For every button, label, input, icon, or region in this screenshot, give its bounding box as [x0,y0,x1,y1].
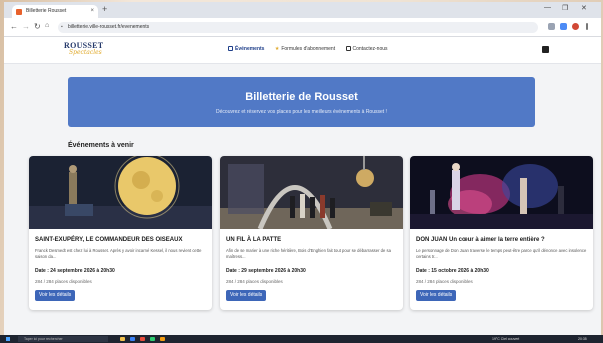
favicon-icon [16,9,22,15]
event-image [29,156,212,229]
event-image [410,156,593,229]
mail-icon [345,46,351,51]
star-icon: ★ [274,46,280,52]
event-description: Franck Desmedt est chez lui à Rousset. A… [35,248,202,259]
browser-tab[interactable]: Billetterie Rousset × [12,5,98,18]
event-availability: 284 / 284 places disponibles [416,279,473,284]
lock-icon: ▪ [61,24,63,30]
calendar-icon [228,46,233,51]
event-availability: 284 / 284 places disponibles [35,279,92,284]
tab-bar: Billetterie Rousset × + — ❐ ✕ [4,2,601,18]
close-window-icon[interactable]: ✕ [581,4,587,12]
event-card: UN FIL À LA PATTE Afin de se marier à un… [220,156,403,310]
search-placeholder: Taper ici pour rechercher [24,337,63,341]
details-button[interactable]: Voir les détails [35,290,76,301]
forward-icon[interactable]: → [22,22,30,31]
hero-title: Billetterie de Rousset [245,91,358,103]
event-card: DON JUAN Un cœur à aimer la terre entièr… [410,156,593,310]
address-bar: ← → ↻ ⌂ ▪ billetterie.ville-rousset.fr/e… [4,18,601,37]
reload-icon[interactable]: ↻ [34,22,41,31]
logo-subtitle: Spectacles [69,49,102,56]
event-title: UN FIL À LA PATTE [226,237,282,243]
nav-item-evenements[interactable]: Événements [228,46,266,52]
event-availability: 284 / 284 places disponibles [226,279,283,284]
back-icon[interactable]: ← [10,22,18,31]
site-logo[interactable]: ROUSSET Spectacles [64,41,103,56]
tab-title: Billetterie Rousset [26,8,67,14]
browser-window: Billetterie Rousset × + — ❐ ✕ ← → ↻ ⌂ ▪ … [4,2,601,335]
minimize-icon[interactable]: — [544,4,551,11]
event-card: SAINT-EXUPÉRY, LE COMMANDEUR DES OISEAUX… [29,156,212,310]
close-tab-icon[interactable]: × [90,5,94,18]
home-icon[interactable]: ⌂ [45,22,49,29]
edge-icon[interactable] [130,337,135,341]
details-button[interactable]: Voir les détails [416,290,457,301]
app-icon[interactable] [150,337,155,341]
event-title: DON JUAN Un cœur à aimer la terre entièr… [416,237,545,243]
nav-label: Événements [235,46,265,52]
nav-item-abonnement[interactable]: ★ Formules d'abonnement [275,46,337,52]
event-date: Date : 15 octobre 2026 à 20h30 [416,268,489,274]
section-title: Événements à venir [68,142,134,149]
nav-item-contact[interactable]: Contactez-nous [345,46,388,52]
event-description: Afin de se marier à une riche héritière,… [226,248,391,259]
url-text: billetterie.ville-rousset.fr/evenements [68,24,150,30]
explorer-icon[interactable] [120,337,125,341]
chrome-icon[interactable] [160,337,165,341]
hero-subtitle: Découvrez et réservez vos places pour le… [216,109,387,115]
app-icon[interactable] [140,337,145,341]
main-nav: Événements ★ Formules d'abonnement Contac… [228,46,397,52]
weather-status[interactable]: 19°C Ciel couvert [492,336,519,342]
details-button[interactable]: Voir les détails [226,290,267,301]
event-title: SAINT-EXUPÉRY, LE COMMANDEUR DES OISEAUX [35,237,183,243]
event-image [220,156,403,229]
nav-label: Formules d'abonnement [281,46,336,52]
maximize-icon[interactable]: ❐ [562,4,568,12]
windows-start-icon[interactable] [6,337,10,341]
event-date: Date : 24 septembre 2026 à 20h30 [35,268,115,274]
event-date: Date : 29 septembre 2026 à 20h30 [226,268,306,274]
url-field[interactable]: ▪ billetterie.ville-rousset.fr/evenement… [58,22,538,33]
event-description: Le personnage de Don Juan traverse le te… [416,248,587,259]
clock[interactable]: 20:35 [578,336,587,342]
taskbar: Taper ici pour rechercher 19°C Ciel couv… [0,335,603,343]
extensions-icon[interactable] [548,23,555,30]
hero-banner: Billetterie de Rousset Découvrez et rése… [68,77,535,127]
nav-label: Contactez-nous [352,46,388,52]
menu-icon[interactable] [586,23,588,30]
taskbar-search[interactable]: Taper ici pour rechercher [18,336,108,342]
site-header: ROUSSET Spectacles Événements ★ Formules … [4,37,601,64]
profile-icon[interactable] [572,23,579,30]
account-icon[interactable] [542,46,549,53]
bookmark-icon[interactable] [560,23,567,30]
new-tab-button[interactable]: + [102,4,107,14]
